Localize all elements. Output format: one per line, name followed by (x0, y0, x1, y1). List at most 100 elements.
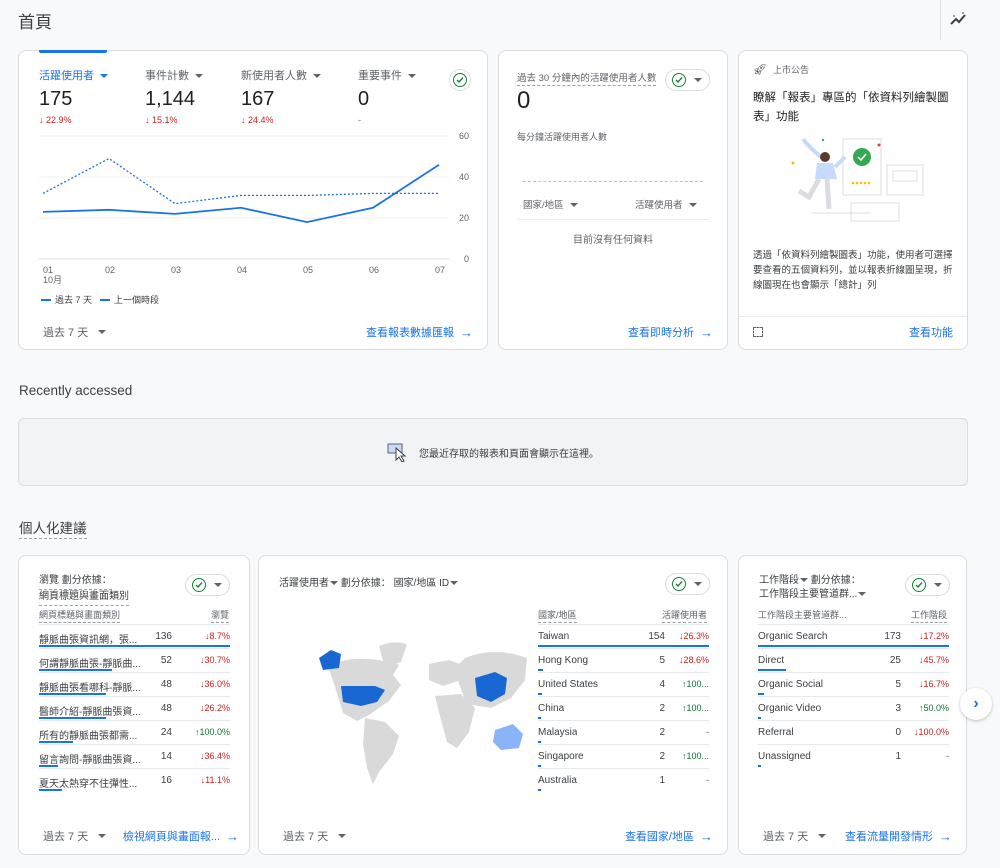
table-row[interactable]: Singapore 2 ↑100... (538, 744, 709, 768)
row-delta: ↓100.0% (913, 727, 949, 737)
card-title[interactable]: 活躍使用者 劃分依據： 國家/地區 ID (279, 574, 459, 589)
row-share-bar (39, 717, 106, 719)
card-title[interactable]: 瀏覽 劃分依據： 網頁標題與畫面類別 (39, 574, 129, 606)
date-range-select[interactable]: 過去 7 天 (43, 828, 107, 844)
row-delta: ↓26.3% (678, 631, 709, 641)
metric-delta: ↓ 22.9% (39, 115, 72, 125)
view-acquisition-link[interactable]: 查看流量開發情形 → (845, 828, 952, 844)
card-title[interactable]: 工作階段 劃分依據： 工作階段主要管道群... (759, 574, 867, 602)
row-name: 留言詢問-靜脈曲張資... (39, 755, 141, 766)
realtime-title[interactable]: 過去 30 分鐘內的活躍使用者人數 (517, 70, 657, 86)
row-value: 24 (160, 727, 172, 738)
insights-status-button[interactable] (185, 574, 230, 596)
insights-sparkline-icon (950, 12, 966, 25)
metric-key-events[interactable]: 重要事件 0 - (358, 67, 416, 125)
table-row[interactable]: Organic Video 3 ↑50.0% (758, 696, 949, 720)
table-row[interactable]: 夏天太熱穿不住彈性... 16 ↓11.1% (39, 768, 230, 792)
table-row[interactable]: 留言詢問-靜脈曲張資... 14 ↓36.4% (39, 744, 230, 768)
chart-legend: 過去 7 天 上一個時段 (41, 293, 159, 306)
x-tick-label: 05 (303, 265, 313, 275)
row-value: 48 (160, 703, 172, 714)
row-value: 173 (884, 631, 901, 642)
row-name: Organic Social (758, 679, 824, 690)
row-name: 所有的靜脈曲張都需... (39, 731, 138, 742)
view-report-snapshot-link[interactable]: 查看報表數據匯報 → (366, 324, 473, 340)
metric-label: 新使用者人數 (241, 67, 321, 83)
arrow-down-icon: ↓ (241, 115, 249, 125)
table-row[interactable]: 所有的靜脈曲張都需... 24 ↑100.0% (39, 720, 230, 744)
recent-section-title: Recently accessed (19, 383, 133, 398)
row-delta: ↓11.1% (200, 775, 230, 785)
row-name: Hong Kong (538, 655, 589, 666)
table-row[interactable]: Unassigned 1 - (758, 744, 949, 768)
insights-status-button[interactable] (665, 573, 710, 595)
view-feature-link[interactable]: 查看功能 (909, 324, 953, 340)
cursor-click-icon (387, 443, 407, 462)
row-value: 2 (659, 751, 665, 762)
metric-value: 167 (241, 88, 275, 110)
date-range-select[interactable]: 過去 7 天 (763, 828, 827, 844)
announcement-card: 🚀︎ 上市公告 瞭解「報表」專區的「依資料列繪製圖表」功能 透過「依資料列繪製圖… (738, 50, 968, 350)
metric-event-count[interactable]: 事件計數 1,144 ↓ 15.1% (145, 67, 203, 125)
expand-icon[interactable] (753, 327, 763, 337)
row-value: 1 (659, 775, 665, 786)
insights-button[interactable] (948, 8, 970, 30)
series-line-previous (42, 157, 439, 205)
view-countries-link[interactable]: 查看國家/地區 → (625, 828, 713, 844)
map-alaska-us (319, 650, 341, 670)
metric-active-users[interactable]: 活躍使用者 175 ↓ 22.9% (39, 67, 108, 125)
row-name: Direct (758, 655, 785, 666)
arrow-down-icon: ↓ (39, 115, 47, 125)
table-divider (517, 219, 709, 220)
col-country-select[interactable]: 國家/地區 (523, 197, 578, 211)
col-users-select[interactable]: 活躍使用者 (635, 197, 697, 211)
metric-delta: - (358, 115, 361, 125)
rocket-icon: 🚀︎ (753, 64, 767, 76)
date-range-select[interactable]: 過去 7 天 (43, 324, 107, 340)
row-name: 靜脈曲張資訊網，張... (39, 635, 138, 646)
row-name: United States (538, 679, 599, 690)
view-pages-report-link[interactable]: 檢視網頁與畫面報... → (123, 828, 239, 844)
y-tick-label: 20 (459, 213, 469, 223)
table-row[interactable]: 靜脈曲張資訊網，張... 136 ↓8.7% (39, 624, 230, 648)
chevron-down-icon (694, 78, 702, 82)
recent-panel: 您最近存取的報表和頁面會顯示在這裡。 (18, 418, 968, 486)
row-delta: ↓26.2% (199, 703, 230, 713)
table-row[interactable]: United States 4 ↑100... (538, 672, 709, 696)
table-row[interactable]: Australia 1 - (538, 768, 709, 792)
legend-previous: 上一個時段 (114, 295, 160, 305)
row-share-bar (39, 669, 112, 671)
table-row[interactable]: 何謂靜脈曲張-靜脈曲... 52 ↓30.7% (39, 648, 230, 672)
date-range-select[interactable]: 過去 7 天 (283, 828, 347, 844)
table-row[interactable]: Organic Social 5 ↓16.7% (758, 672, 949, 696)
table-row[interactable]: 醫師介紹-靜脈曲張資... 48 ↓26.2% (39, 696, 230, 720)
series-line-current (42, 163, 440, 224)
row-value: 1 (895, 751, 901, 762)
announcement-illustration (781, 135, 931, 240)
table-row[interactable]: Organic Search 173 ↓17.2% (758, 624, 949, 648)
row-share-bar (538, 693, 543, 695)
table-row[interactable]: Direct 25 ↓45.7% (758, 648, 949, 672)
table-row[interactable]: Hong Kong 5 ↓28.6% (538, 648, 709, 672)
table-row[interactable]: Taiwan 154 ↓26.3% (538, 624, 709, 648)
table-row[interactable]: 靜脈曲張看哪科-靜脈... 48 ↓36.0% (39, 672, 230, 696)
row-delta: - (706, 775, 709, 785)
insights-status-button[interactable] (449, 69, 471, 91)
table-row[interactable]: Malaysia 2 - (538, 720, 709, 744)
row-name: 何謂靜脈曲張-靜脈曲... (39, 659, 141, 670)
check-circle-icon (192, 578, 206, 592)
realtime-baseline (523, 181, 703, 182)
row-value: 52 (160, 655, 172, 666)
metric-new-users[interactable]: 新使用者人數 167 ↓ 24.4% (241, 67, 321, 125)
x-tick-label: 04 (237, 265, 247, 275)
metric-label: 活躍使用者 (39, 67, 108, 83)
table-row[interactable]: China 2 ↑100... (538, 696, 709, 720)
carousel-next-button[interactable]: › (960, 688, 992, 720)
insights-status-button[interactable] (905, 574, 950, 596)
insights-status-button[interactable] (665, 69, 710, 91)
row-name: Organic Search (758, 631, 828, 642)
view-realtime-link[interactable]: 查看即時分析 → (628, 324, 713, 340)
row-share-bar (758, 645, 949, 647)
table-row[interactable]: Referral 0 ↓100.0% (758, 720, 949, 744)
announcement-tag: 🚀︎ 上市公告 (753, 64, 809, 76)
